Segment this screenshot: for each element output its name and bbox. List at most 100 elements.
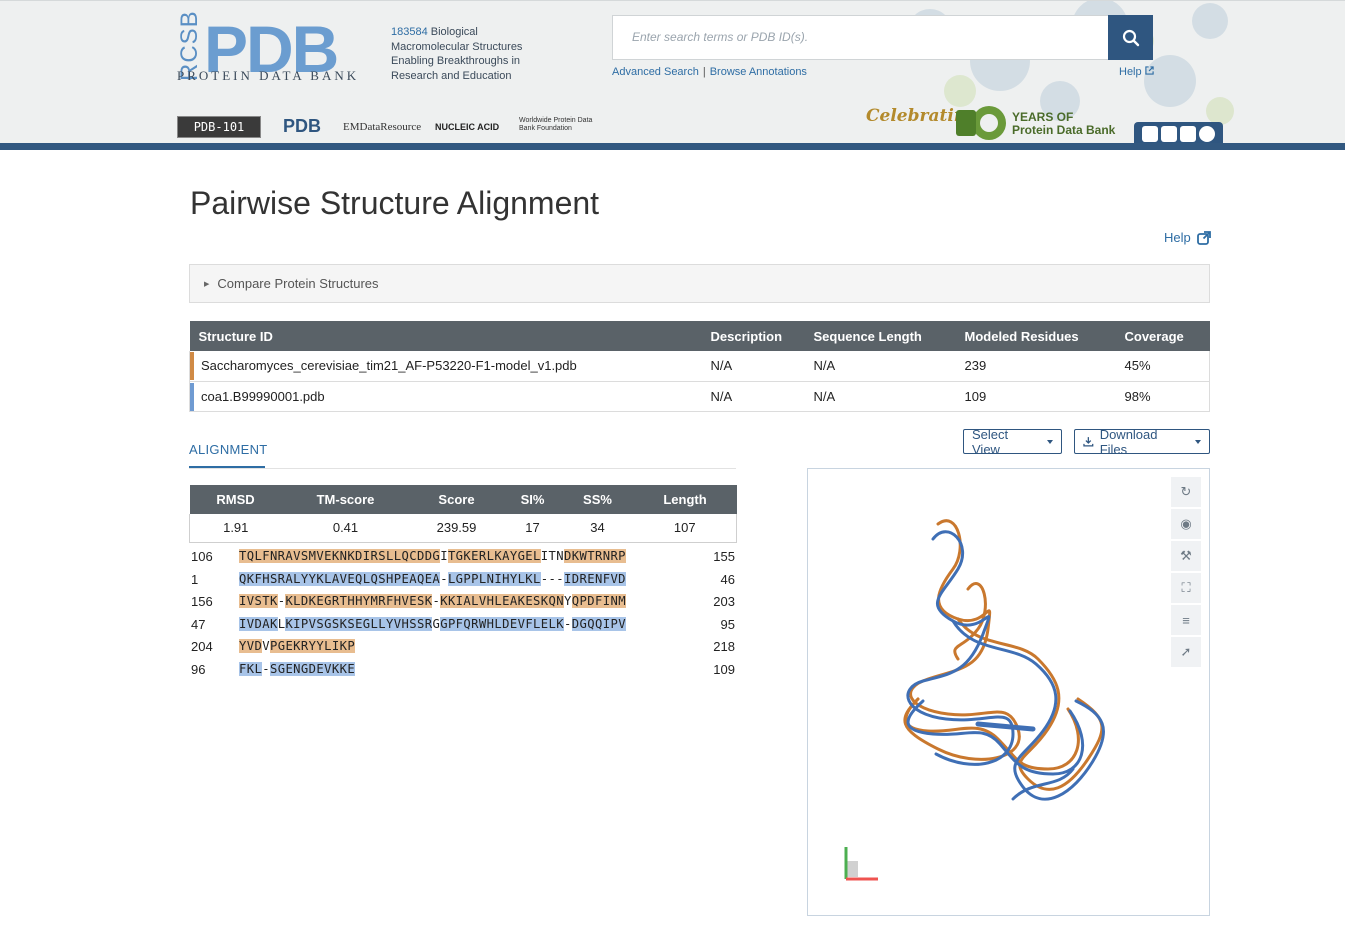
- unaligned-residues[interactable]: Y: [564, 594, 572, 608]
- structure-id: coa1.B99990001.pdb: [201, 388, 325, 404]
- facebook-icon[interactable]: [1142, 126, 1158, 142]
- search-button[interactable]: [1108, 15, 1153, 60]
- caret-down-icon: [1195, 439, 1201, 444]
- header-modeled-residues: Modeled Residues: [955, 321, 1116, 351]
- twitter-icon[interactable]: [1161, 126, 1177, 142]
- metric-header-score: Score: [409, 485, 504, 514]
- unaligned-residues[interactable]: V: [262, 639, 270, 653]
- unaligned-residues[interactable]: I: [440, 549, 448, 563]
- aligned-residues[interactable]: QPDFINM: [571, 594, 626, 608]
- header-sequence-length: Sequence Length: [804, 321, 956, 351]
- aligned-residues[interactable]: LGPPLNIHYLKL: [447, 571, 541, 586]
- pdb101-logo[interactable]: PDB-101: [177, 116, 261, 138]
- metric-ss: 34: [561, 514, 634, 543]
- search-input[interactable]: Enter search terms or PDB ID(s).: [612, 15, 1109, 60]
- aligned-residues[interactable]: IVSTK: [239, 594, 278, 608]
- aligned-residues[interactable]: QKFHSRALYYKLAVEQLQSHPEAQEA: [239, 571, 441, 586]
- metrics-header-row: RMSD TM-score Score SI% SS% Length: [189, 485, 737, 514]
- wwpdb-logo[interactable]: PDB: [267, 115, 337, 139]
- wrench-icon: ⚒: [1180, 548, 1192, 563]
- aligned-residues[interactable]: YVD: [239, 639, 263, 653]
- alignment-sequence: TQLFNRAVSMVEKNKDIRSLLQCDDGITGKERLKAYGELI…: [239, 546, 626, 566]
- aligned-residues[interactable]: TQLFNRAVSMVEKNKDIRSLLQCDDG: [239, 549, 441, 563]
- metrics-values-row: 1.91 0.41 239.59 17 34 107: [189, 514, 737, 543]
- header-help-link[interactable]: Help: [1119, 66, 1154, 78]
- structure-color-swatch: [190, 382, 194, 411]
- alignment-start-position: 1: [191, 571, 199, 587]
- alignment-row: 204 YVDVPGEKRYYLIKP 218: [189, 636, 737, 659]
- sequence-alignment: 106 TQLFNRAVSMVEKNKDIRSLLQCDDGITGKERLKAYG…: [189, 546, 737, 681]
- camera-icon: ◉: [1180, 516, 1192, 531]
- structure-3d-viewer[interactable]: ↻ ◉ ⚒ ⛶ ≡ ➚: [807, 468, 1210, 916]
- aligned-residues[interactable]: IVDAK: [239, 616, 278, 631]
- metric-header-ss: SS%: [561, 485, 634, 514]
- metric-si: 17: [503, 514, 562, 543]
- external-link-icon: [1145, 66, 1154, 75]
- aligned-residues[interactable]: TGKERLKAYGEL: [447, 549, 541, 563]
- alignment-start-position: 47: [191, 616, 206, 632]
- metric-header-length: Length: [633, 485, 737, 514]
- settings-button[interactable]: ≡: [1171, 605, 1201, 635]
- unaligned-residues[interactable]: ITN: [541, 549, 564, 563]
- alignment-row: 106 TQLFNRAVSMVEKNKDIRSLLQCDDGITGKERLKAYG…: [189, 546, 737, 569]
- cursor-icon: ➚: [1180, 644, 1192, 659]
- reset-view-button[interactable]: ↻: [1171, 477, 1201, 507]
- unaligned-residues[interactable]: -: [262, 662, 270, 676]
- expand-icon: ⛶: [1181, 580, 1191, 595]
- entry-count-link[interactable]: 183584: [391, 26, 428, 38]
- metric-length: 107: [633, 514, 737, 543]
- select-view-label: Select View: [972, 426, 1009, 457]
- ndb-logo[interactable]: NUCLEIC ACID DATABASE: [435, 115, 513, 139]
- unaligned-residues[interactable]: -: [440, 572, 448, 586]
- unaligned-residues[interactable]: ---: [541, 572, 564, 586]
- structure-id: Saccharomyces_cerevisiae_tim21_AF-P53220…: [201, 358, 577, 374]
- caret-down-icon: [1047, 439, 1053, 444]
- tagline: 183584 Biological Macromolecular Structu…: [391, 25, 541, 83]
- wwpdb-foundation-logo[interactable]: Worldwide Protein Data Bank Foundation: [519, 115, 607, 139]
- structure-id-cell: coa1.B99990001.pdb: [189, 381, 702, 412]
- header-divider-bar: [0, 143, 1345, 150]
- aligned-residues[interactable]: KLDKEGRTHHYMRFHVESK: [285, 594, 433, 608]
- page-help-label: Help: [1164, 230, 1191, 245]
- tab-alignment[interactable]: ALIGNMENT: [189, 442, 268, 457]
- alignment-end-position: 95: [720, 616, 735, 632]
- unaligned-residues[interactable]: -: [564, 617, 572, 631]
- aligned-residues[interactable]: FKL: [239, 661, 263, 676]
- aligned-residues[interactable]: KKIALVHLEAKESKQN: [440, 594, 565, 608]
- aligned-residues[interactable]: GPFQRWHLDEVFLELK: [440, 616, 565, 631]
- advanced-search-link[interactable]: Advanced Search: [612, 66, 699, 78]
- select-view-button[interactable]: Select View: [963, 426, 1062, 457]
- aligned-residues[interactable]: KIPVSGSKSEGLLYVHSSR: [285, 616, 433, 631]
- aligned-residues[interactable]: PGEKRYYLIKP: [269, 639, 356, 653]
- selection-mode-button[interactable]: ➚: [1171, 637, 1201, 667]
- metric-header-si: SI%: [503, 485, 562, 514]
- alignment-end-position: 203: [713, 594, 735, 609]
- aligned-residues[interactable]: DGQQIPV: [571, 616, 626, 631]
- pdb-logo[interactable]: PDB: [204, 16, 339, 82]
- caret-right-icon: ▶: [204, 280, 210, 288]
- alignment-end-position: 109: [713, 661, 735, 677]
- alignment-row: 156 IVSTK-KLDKEGRTHHYMRFHVESK-KKIALVHLEAK…: [189, 591, 737, 614]
- alignment-end-position: 155: [713, 549, 735, 564]
- site-header: RCSB PDB PROTEIN DATA BANK 183584 Biolog…: [0, 0, 1345, 143]
- aligned-residues[interactable]: IDRENFVD: [564, 571, 626, 586]
- compare-structures-panel[interactable]: ▶ Compare Protein Structures: [189, 264, 1210, 303]
- axes-indicator: [844, 847, 878, 881]
- alignment-row: 1 QKFHSRALYYKLAVEQLQSHPEAQEA-LGPPLNIHYLKL…: [189, 569, 737, 592]
- structures-table: Structure ID Description Sequence Length…: [189, 321, 1210, 412]
- page-help-link[interactable]: Help: [1164, 230, 1211, 245]
- structure-id-cell: Saccharomyces_cerevisiae_tim21_AF-P53220…: [189, 351, 702, 382]
- fullscreen-button[interactable]: ⛶: [1171, 573, 1201, 603]
- github-icon[interactable]: [1199, 126, 1215, 142]
- emdataresource-logo[interactable]: EMDataResource: [343, 115, 429, 139]
- partner-logos: PDB-101 PDB EMDataResource NUCLEIC ACID …: [177, 114, 607, 140]
- alignment-start-position: 106: [191, 549, 213, 564]
- browse-annotations-link[interactable]: Browse Annotations: [710, 66, 807, 78]
- download-files-button[interactable]: Download Files: [1074, 427, 1210, 457]
- controls-button[interactable]: ⚒: [1171, 541, 1201, 571]
- screenshot-button[interactable]: ◉: [1171, 509, 1201, 539]
- aligned-residues[interactable]: SGENGDEVKKE: [269, 661, 356, 676]
- metric-header-rmsd: RMSD: [189, 485, 282, 514]
- youtube-icon[interactable]: [1180, 126, 1196, 142]
- aligned-residues[interactable]: DKWTRNRP: [564, 549, 626, 563]
